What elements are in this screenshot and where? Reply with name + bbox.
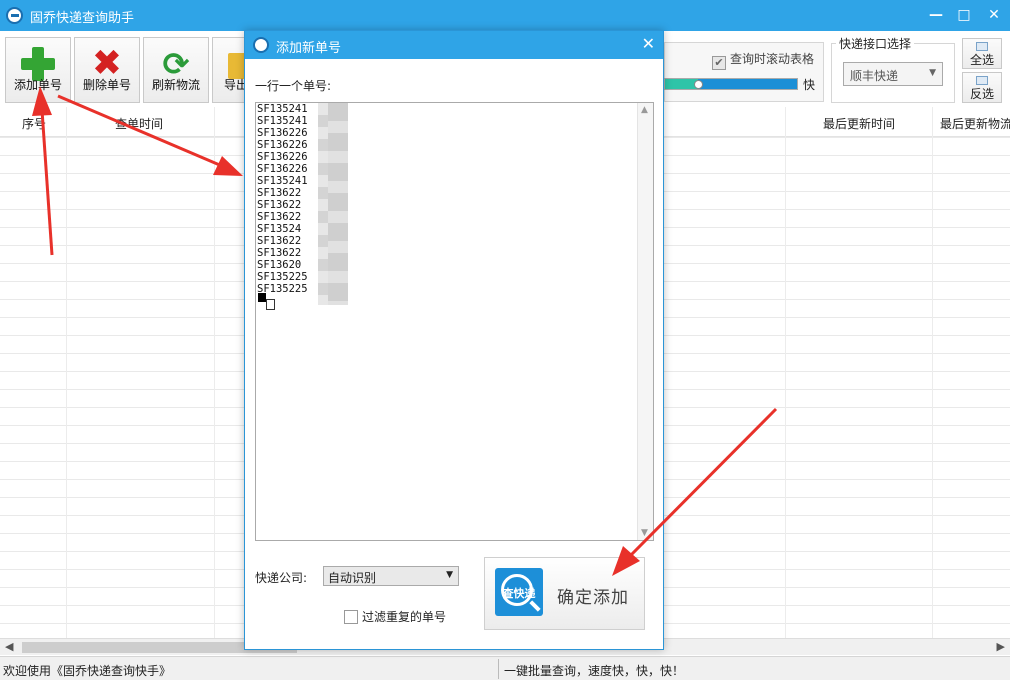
tracking-number-line: SF136226 bbox=[257, 151, 308, 163]
checkbox-icon bbox=[344, 610, 358, 624]
courier-select-value: 自动识别 bbox=[328, 571, 377, 585]
redaction-mosaic bbox=[328, 103, 348, 305]
select-all-icon bbox=[976, 42, 988, 51]
speed-fast-label: 快 bbox=[803, 78, 816, 92]
dialog-logo-icon bbox=[253, 37, 269, 53]
tracking-number-line: SF135241 bbox=[257, 115, 308, 127]
checkmark-icon: ✔ bbox=[712, 56, 726, 70]
tracking-number-line: SF13524 bbox=[257, 223, 302, 235]
scroll-down-icon[interactable]: ▼ bbox=[641, 528, 648, 538]
close-button[interactable]: ✕ bbox=[983, 4, 1005, 26]
select-all-label: 全选 bbox=[969, 53, 994, 67]
status-slogan: 一键批量查询，速度快，快，快！ bbox=[504, 664, 685, 678]
api-select-value: 顺丰快递 bbox=[850, 69, 899, 83]
tracking-number-line: SF13622 bbox=[257, 187, 302, 199]
numbers-list: SF135241 SF135241 SF136226 SF136226 SF136226… bbox=[257, 103, 308, 295]
invert-selection-button[interactable]: 反选 bbox=[962, 72, 1002, 103]
column-divider bbox=[785, 107, 786, 639]
scroll-right-icon[interactable]: ▶ bbox=[997, 640, 1005, 653]
column-header-last-update-time[interactable]: 最后更新时间 bbox=[823, 115, 895, 132]
column-header-last-logistics[interactable]: 最后更新物流 bbox=[940, 115, 1010, 132]
dialog-title: 添加新单号 bbox=[276, 41, 342, 56]
minimize-button[interactable]: — bbox=[925, 4, 947, 26]
maximize-button[interactable]: □ bbox=[953, 4, 975, 26]
tracking-number-line: SF136226 bbox=[257, 139, 308, 151]
scroll-table-checkbox[interactable]: ✔ 查询时滚动表格 bbox=[712, 50, 814, 70]
search-express-logo: 查快递 bbox=[495, 568, 543, 616]
dialog-title-bar: 添加新单号 ✕ bbox=[245, 31, 663, 59]
tracking-number-line: SF13622 bbox=[257, 211, 302, 223]
invert-selection-icon bbox=[976, 76, 988, 85]
text-cursor-icon bbox=[258, 293, 266, 302]
tracking-number-line: SF13620 bbox=[257, 259, 302, 271]
tracking-number-line: SF13622 bbox=[257, 235, 302, 247]
logo-text: 查快递 bbox=[502, 587, 536, 600]
window-title: 固乔快递查询助手 bbox=[30, 11, 135, 26]
numbers-prompt: 一行一个单号: bbox=[255, 79, 332, 93]
courier-label: 快递公司: bbox=[255, 571, 308, 585]
courier-select[interactable]: 自动识别 ▼ bbox=[323, 566, 459, 586]
delete-number-button[interactable]: ✖ 删除单号 bbox=[74, 37, 140, 103]
app-logo-icon bbox=[6, 7, 23, 24]
filter-duplicates-checkbox[interactable]: 过滤重复的单号 bbox=[344, 608, 446, 625]
scroll-left-icon[interactable]: ◀ bbox=[5, 640, 13, 653]
delete-number-label: 删除单号 bbox=[82, 78, 131, 92]
status-welcome: 欢迎使用《固乔快递查询快手》 bbox=[3, 664, 172, 678]
chevron-down-icon: ▼ bbox=[929, 68, 936, 78]
add-number-button[interactable]: 添加单号 bbox=[5, 37, 71, 103]
scroll-table-label: 查询时滚动表格 bbox=[730, 52, 815, 66]
status-separator bbox=[498, 659, 499, 679]
tracking-number-line: SF13622 bbox=[257, 199, 302, 211]
chevron-down-icon: ▼ bbox=[446, 570, 453, 580]
status-bar: 欢迎使用《固乔快递查询快手》 一键批量查询，速度快，快，快！ bbox=[0, 656, 1010, 680]
invert-selection-label: 反选 bbox=[969, 87, 994, 101]
tracking-number-line: SF135225 bbox=[257, 271, 308, 283]
tracking-number-line: SF13622 bbox=[257, 247, 302, 259]
add-number-dialog: 添加新单号 ✕ 一行一个单号: SF135241 SF135241 SF136226… bbox=[244, 30, 664, 650]
speed-slider[interactable] bbox=[664, 78, 798, 90]
column-divider bbox=[214, 107, 215, 639]
dialog-close-button[interactable]: ✕ bbox=[642, 34, 655, 53]
column-divider bbox=[66, 107, 67, 639]
filter-duplicates-label: 过滤重复的单号 bbox=[362, 610, 447, 624]
numbers-textarea[interactable]: SF135241 SF135241 SF136226 SF136226 SF136226… bbox=[255, 102, 654, 541]
api-group-title: 快递接口选择 bbox=[836, 35, 915, 52]
confirm-add-button[interactable]: 查快递 确定添加 bbox=[484, 557, 645, 630]
scroll-up-icon[interactable]: ▲ bbox=[641, 105, 648, 115]
textarea-scrollbar[interactable]: ▲ ▼ bbox=[637, 103, 653, 540]
column-header-query-time[interactable]: 查单时间 bbox=[115, 115, 163, 132]
select-all-button[interactable]: 全选 bbox=[962, 38, 1002, 69]
add-number-label: 添加单号 bbox=[13, 78, 62, 92]
api-select[interactable]: 顺丰快递 ▼ bbox=[843, 62, 943, 86]
speed-slider-knob[interactable] bbox=[694, 80, 703, 89]
tracking-number-line: SF135241 bbox=[257, 175, 308, 187]
tracking-number-line: SF136226 bbox=[257, 127, 308, 139]
column-divider bbox=[932, 107, 933, 639]
column-header-index[interactable]: 序号 bbox=[22, 115, 46, 132]
refresh-logistics-button[interactable]: ⟳ 刷新物流 bbox=[143, 37, 209, 103]
tracking-number-line: SF135241 bbox=[257, 103, 308, 115]
title-bar: 固乔快递查询助手 — □ ✕ bbox=[0, 0, 1010, 31]
paste-icon bbox=[266, 299, 275, 310]
tracking-number-line: SF136226 bbox=[257, 163, 308, 175]
confirm-add-label: 确定添加 bbox=[557, 588, 629, 608]
